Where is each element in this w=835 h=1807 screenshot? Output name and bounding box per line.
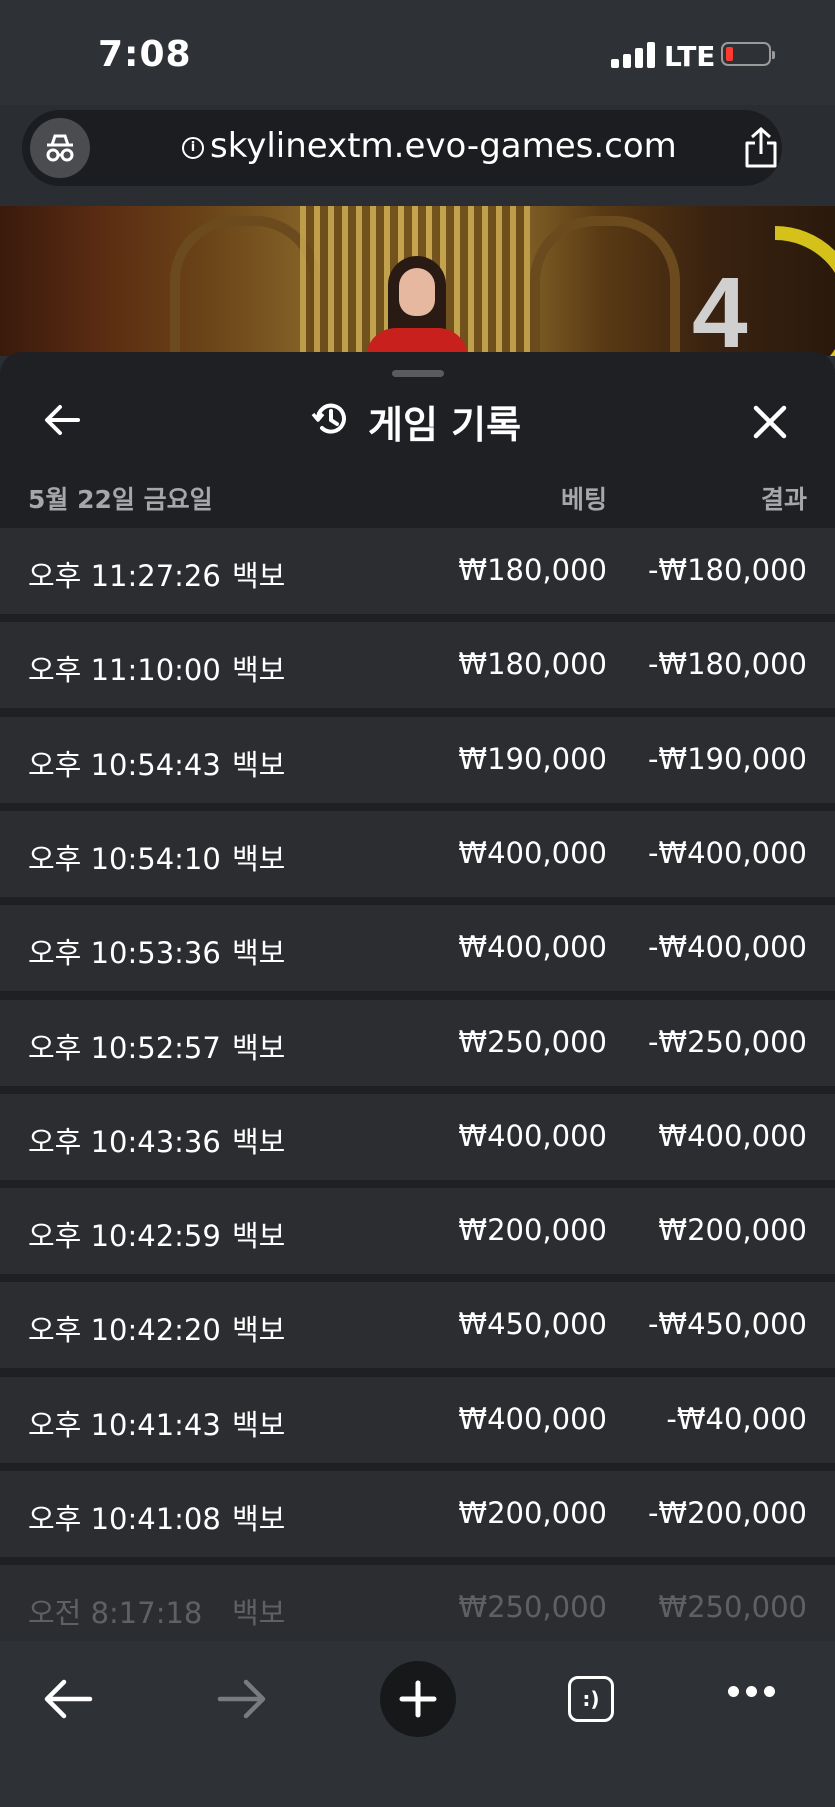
row-result: -₩40,000 [666, 1401, 807, 1436]
live-video-preview: 4 [0, 206, 835, 356]
row-time: 오후 10:41:43 [28, 1407, 221, 1442]
decor-arch [170, 216, 320, 356]
row-time: 오후 10:52:57 [28, 1030, 221, 1065]
row-result: -₩180,000 [647, 647, 807, 682]
history-row[interactable]: 오후 10:54:10 백보 ₩400,000 -₩400,000 [0, 810, 835, 897]
row-bet: ₩250,000 [458, 1590, 607, 1625]
row-result: -₩190,000 [647, 741, 807, 776]
history-icon [310, 399, 350, 443]
row-game: 백보 [232, 1407, 286, 1442]
signal-icon [611, 42, 655, 68]
sheet-grabber[interactable] [392, 370, 444, 377]
date-header: 5월 22일 금요일 [28, 485, 213, 514]
row-time: 오후 10:42:20 [28, 1313, 221, 1348]
row-bet: ₩400,000 [458, 1401, 607, 1436]
history-row[interactable]: 오후 10:41:08 백보 ₩200,000 -₩200,000 [0, 1471, 835, 1557]
history-row[interactable]: 오후 10:52:57 백보 ₩250,000 -₩250,000 [0, 999, 835, 1086]
address-bar[interactable]: i skylinextm.evo-games.com [22, 110, 782, 186]
row-time: 오전 8:17:18 [28, 1596, 203, 1631]
row-time: 오후 11:27:26 [28, 559, 221, 593]
row-time: 오후 10:42:59 [28, 1219, 221, 1254]
decor-arch [530, 216, 680, 356]
dealer-face [399, 268, 435, 316]
row-bet: ₩400,000 [458, 835, 607, 870]
back-icon[interactable] [42, 1677, 94, 1725]
close-icon[interactable] [752, 404, 788, 444]
countdown-number: 4 [692, 257, 748, 356]
row-game: 백보 [232, 559, 286, 593]
row-bet: ₩200,000 [458, 1213, 607, 1248]
row-result: -₩400,000 [647, 835, 807, 870]
row-bet: ₩250,000 [458, 1024, 607, 1059]
more-icon[interactable] [728, 1686, 776, 1698]
row-time: 오후 10:53:36 [28, 936, 221, 971]
plus-icon [399, 1680, 437, 1718]
column-bet: 베팅 [560, 485, 607, 514]
history-row[interactable]: 오후 10:42:20 백보 ₩450,000 -₩450,000 [0, 1282, 835, 1369]
row-time: 오후 10:54:10 [28, 841, 221, 876]
history-row[interactable]: 오후 11:27:26 백보 ₩180,000 -₩180,000 [0, 528, 835, 614]
row-result: ₩200,000 [658, 1213, 807, 1248]
row-result: ₩400,000 [658, 1118, 807, 1153]
sheet-title: 게임 기록 [368, 402, 522, 447]
column-result: 결과 [760, 485, 807, 514]
row-game: 백보 [232, 1502, 286, 1536]
row-time: 오후 10:41:08 [28, 1502, 221, 1536]
status-bar: 7:08 LTE [0, 0, 835, 105]
row-result: -₩450,000 [647, 1307, 807, 1342]
history-row[interactable]: 오후 10:41:43 백보 ₩400,000 -₩40,000 [0, 1376, 835, 1463]
row-bet: ₩400,000 [458, 1118, 607, 1153]
row-game: 백보 [232, 936, 286, 971]
browser-toolbar: :) [0, 1641, 835, 1807]
row-bet: ₩200,000 [458, 1496, 607, 1530]
info-icon[interactable]: i [182, 137, 204, 159]
row-game: 백보 [232, 747, 286, 782]
back-arrow-icon[interactable] [42, 402, 82, 442]
network-type: LTE [664, 40, 716, 73]
history-row[interactable]: 오후 11:10:00 백보 ₩180,000 -₩180,000 [0, 622, 835, 709]
row-result: -₩400,000 [647, 930, 807, 965]
row-bet: ₩190,000 [458, 741, 607, 776]
row-result: -₩200,000 [647, 1496, 807, 1530]
row-game: 백보 [232, 1596, 286, 1631]
row-result: -₩180,000 [647, 553, 807, 587]
row-game: 백보 [232, 1219, 286, 1254]
row-time: 오후 10:54:43 [28, 747, 221, 782]
row-result: ₩250,000 [658, 1590, 807, 1625]
row-game: 백보 [232, 1124, 286, 1159]
row-bet: ₩450,000 [458, 1307, 607, 1342]
row-game: 백보 [232, 1313, 286, 1348]
row-time: 오후 11:10:00 [28, 653, 221, 688]
status-time: 7:08 [98, 34, 192, 75]
history-row[interactable]: 오후 10:43:36 백보 ₩400,000 ₩400,000 [0, 1093, 835, 1180]
row-bet: ₩180,000 [458, 647, 607, 682]
row-result: -₩250,000 [647, 1024, 807, 1059]
tabs-button[interactable]: :) [568, 1676, 614, 1722]
new-tab-button[interactable] [380, 1661, 456, 1737]
forward-icon[interactable] [216, 1677, 268, 1725]
battery-icon [721, 42, 775, 66]
incognito-icon[interactable] [30, 118, 90, 178]
share-icon[interactable] [742, 126, 780, 174]
row-game: 백보 [232, 841, 286, 876]
history-row[interactable]: 오후 10:53:36 백보 ₩400,000 -₩400,000 [0, 905, 835, 992]
sheet-header: 게임 기록 [310, 396, 522, 447]
row-time: 오후 10:43:36 [28, 1124, 221, 1159]
history-row[interactable]: 오후 10:42:59 백보 ₩200,000 ₩200,000 [0, 1188, 835, 1275]
row-game: 백보 [232, 1030, 286, 1065]
history-row[interactable]: 오후 10:54:43 백보 ₩190,000 -₩190,000 [0, 716, 835, 803]
row-game: 백보 [232, 653, 286, 688]
row-bet: ₩400,000 [458, 930, 607, 965]
history-row[interactable]: 오전 8:17:18 백보 ₩250,000 ₩250,000 [0, 1565, 835, 1642]
url-text[interactable]: skylinextm.evo-games.com [210, 126, 677, 166]
row-bet: ₩180,000 [458, 553, 607, 587]
game-history-sheet: 게임 기록 5월 22일 금요일 베팅 결과 오후 11:27:26 백보 ₩180… [0, 352, 835, 1642]
